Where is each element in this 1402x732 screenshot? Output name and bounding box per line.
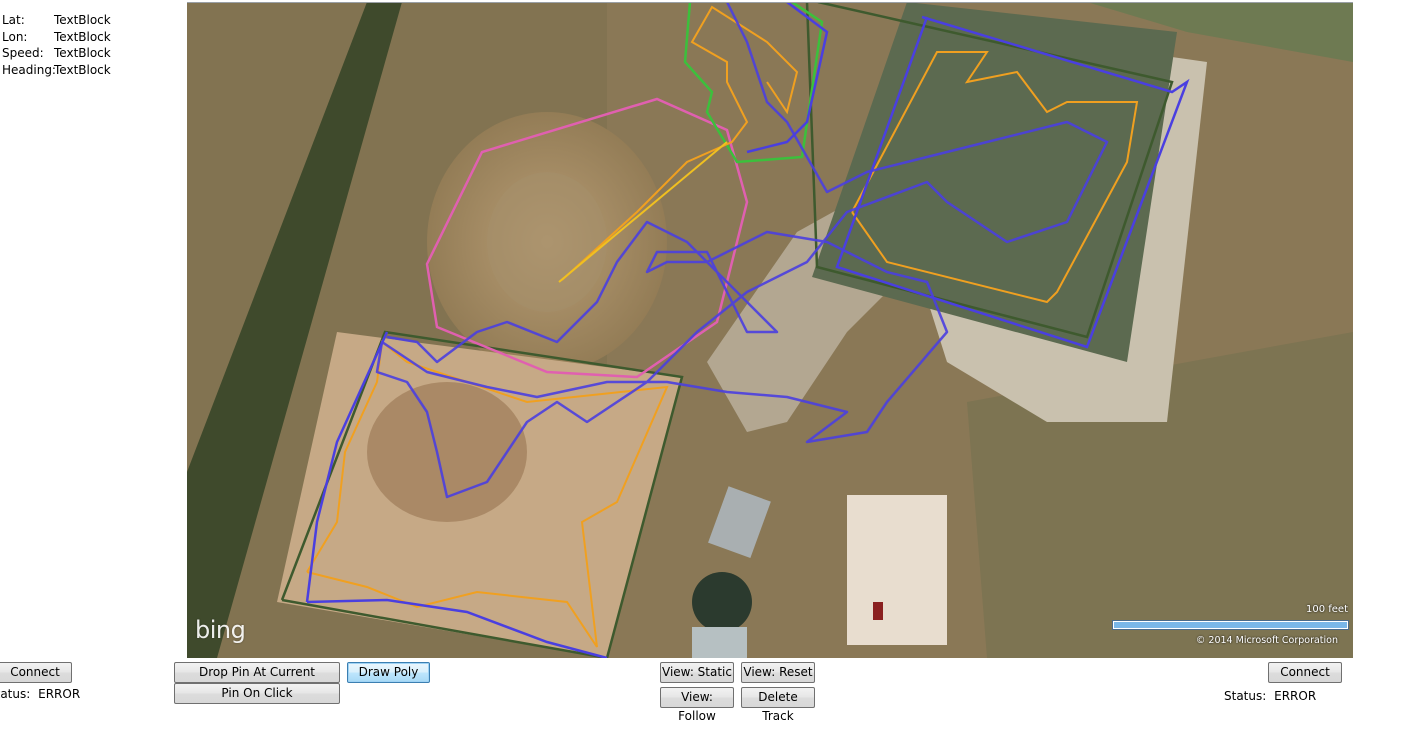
lat-value: TextBlock	[54, 13, 111, 27]
building	[692, 627, 747, 658]
lon-label: Lon:	[2, 29, 28, 44]
lat-label: Lat:	[2, 13, 25, 27]
status-left-label: Status:	[0, 687, 31, 701]
status-right-label: Status:	[1224, 689, 1267, 703]
pit-center	[487, 172, 607, 312]
view-static-button[interactable]: View: Static	[660, 662, 734, 683]
drop-pin-button[interactable]: Drop Pin At Current Location	[174, 662, 340, 698]
view-follow-button[interactable]: View: Follow	[660, 687, 734, 723]
scale-label: 100 feet	[1305, 604, 1348, 615]
status-right: Status: ERROR	[1224, 689, 1316, 703]
map-canvas[interactable]	[187, 2, 1353, 658]
speed-row: Speed: TextBlock	[2, 45, 111, 62]
telemetry-panel: Lat: TextBlock Lon: TextBlock Speed: Tex…	[2, 12, 111, 78]
status-right-value: ERROR	[1274, 689, 1317, 703]
delete-track-button[interactable]: Delete Track	[741, 687, 815, 723]
connect-button-left[interactable]: Connect	[0, 662, 72, 683]
connect-button-right[interactable]: Connect	[1268, 662, 1342, 683]
heading-row: Heading: TextBlock	[2, 62, 111, 79]
lat-row: Lat: TextBlock	[2, 12, 111, 29]
map-top-border	[187, 2, 1353, 3]
dirt-spots	[367, 382, 527, 522]
lon-value: TextBlock	[54, 29, 111, 44]
pin-on-click-button[interactable]: Pin On Click	[174, 683, 340, 704]
heading-label: Heading:	[2, 62, 56, 77]
sand-bin	[847, 495, 947, 645]
lon-row: Lon: TextBlock	[2, 29, 111, 46]
speed-value: TextBlock	[54, 46, 111, 60]
status-left: Status: ERROR	[0, 687, 80, 701]
bing-logo: bing	[195, 616, 246, 644]
storage-tank	[692, 572, 752, 632]
draw-poly-button[interactable]: Draw Poly	[347, 662, 430, 683]
status-left-value: ERROR	[38, 687, 81, 701]
scale-bar	[1113, 621, 1348, 629]
vehicle-marker	[873, 602, 883, 620]
satellite-map[interactable]: bing 100 feet © 2014 Microsoft Corporati…	[187, 2, 1353, 658]
view-reset-button[interactable]: View: Reset	[741, 662, 815, 683]
speed-label: Speed:	[2, 46, 44, 60]
map-copyright: © 2014 Microsoft Corporation	[1195, 635, 1338, 646]
heading-value: TextBlock	[54, 62, 111, 77]
